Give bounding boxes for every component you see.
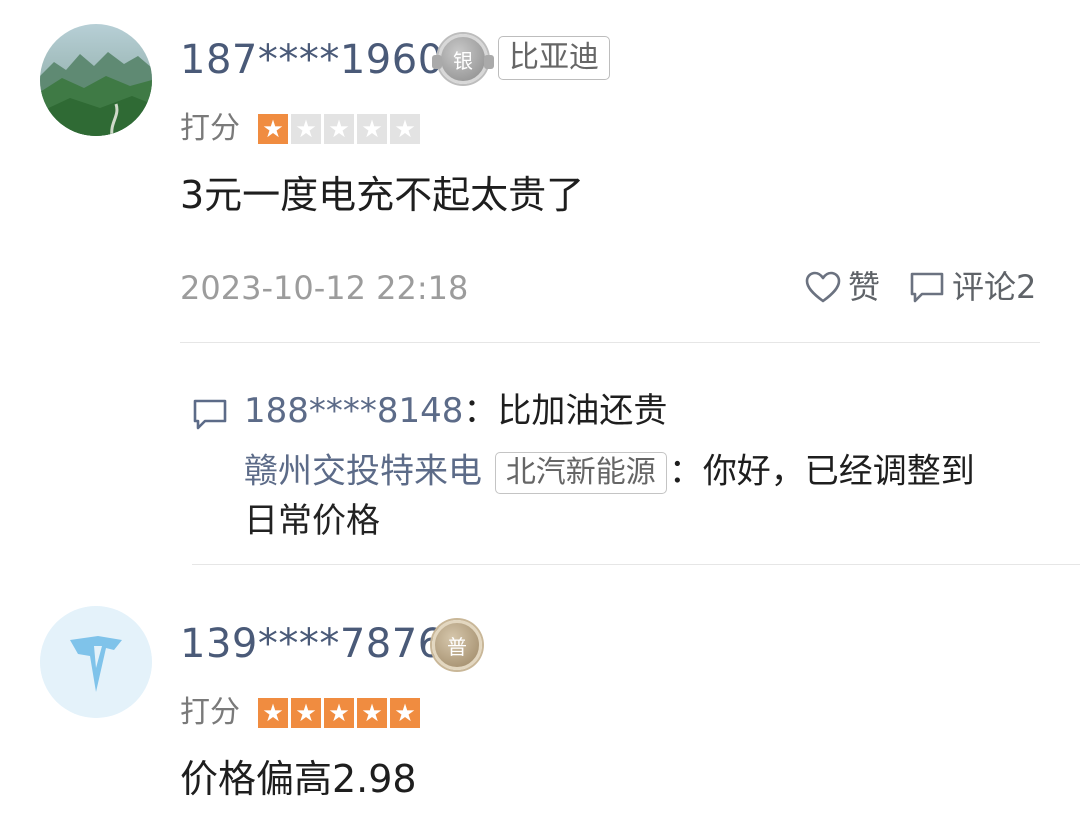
medal-wing-right-icon [484, 55, 494, 69]
car-brand-tag: 比亚迪 [498, 36, 610, 80]
bronze-medal-badge: 普 [432, 620, 482, 670]
star-rating: ★ ★ ★ ★ ★ [258, 698, 420, 728]
reply-username[interactable]: 188****8148 [244, 391, 463, 431]
silver-medal-badge: 银 [432, 34, 494, 84]
comment-count-label: 评论2 [952, 268, 1037, 306]
comment-feed: 187****1960 银 比亚迪 打分 ★ ★ ★ ★ ★ 3元一度电充不起太贵了 2… [0, 0, 1080, 828]
like-button[interactable]: 赞 [804, 270, 880, 304]
star-filled-icon: ★ [291, 698, 321, 728]
comment-text: 3元一度电充不起太贵了 [180, 173, 585, 217]
lightning-logo-icon [40, 606, 152, 718]
reply-separator: ： [463, 391, 498, 431]
avatar[interactable] [40, 606, 152, 718]
divider [192, 564, 1080, 565]
reply-text: 比加油还贵 [497, 391, 668, 431]
star-empty-icon: ★ [291, 114, 321, 144]
rating-label: 打分 [180, 695, 240, 730]
avatar[interactable] [40, 24, 152, 136]
reply-text-continued: 日常价格 [244, 501, 380, 541]
reply-separator: ： [668, 451, 703, 492]
comment-text: 价格偏高2.98 [180, 757, 417, 801]
star-filled-icon: ★ [357, 698, 387, 728]
star-filled-icon: ★ [390, 698, 420, 728]
comment-count-button[interactable]: 评论2 [908, 270, 1036, 304]
divider [180, 342, 1040, 343]
reply-item[interactable]: 188****8148：比加油还贵 [244, 394, 667, 428]
mountain-landscape-icon [40, 24, 152, 136]
rating-label: 打分 [180, 111, 240, 146]
star-rating: ★ ★ ★ ★ ★ [258, 114, 420, 144]
medal-label: 普 [447, 634, 467, 659]
star-empty-icon: ★ [324, 114, 354, 144]
heart-outline-icon [805, 271, 841, 303]
username[interactable]: 187****1960 [180, 40, 444, 80]
reply-bubble-icon [193, 399, 227, 430]
star-filled-icon: ★ [324, 698, 354, 728]
reply-username[interactable]: 赣州交投特来电 [244, 452, 482, 492]
reply-item[interactable]: 赣州交投特来电 北汽新能源 ：你好，已经调整到 [244, 452, 975, 494]
medal-label: 银 [453, 48, 473, 73]
star-empty-icon: ★ [390, 114, 420, 144]
star-empty-icon: ★ [357, 114, 387, 144]
medal-wing-left-icon [432, 55, 442, 69]
timestamp: 2023-10-12 22:18 [180, 269, 469, 307]
star-filled-icon: ★ [258, 698, 288, 728]
username[interactable]: 139****7876 [180, 624, 444, 664]
reply-brand-tag: 北汽新能源 [494, 452, 667, 494]
speech-bubble-icon [910, 272, 944, 303]
like-label: 赞 [848, 268, 881, 306]
star-filled-icon: ★ [258, 114, 288, 144]
reply-text: 你好，已经调整到 [702, 451, 975, 492]
